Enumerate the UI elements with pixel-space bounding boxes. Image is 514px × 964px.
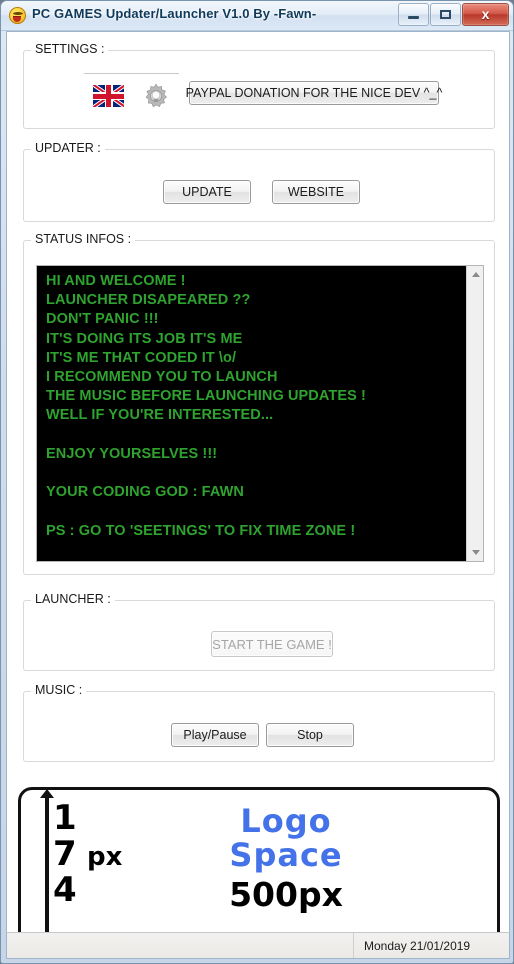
logo-text-line1: Logo <box>240 802 332 840</box>
status-output-text: HI AND WELCOME ! LAUNCHER DISAPEARED ?? … <box>46 273 366 539</box>
launcher-group-label: LAUNCHER : <box>31 592 115 606</box>
window-controls: x <box>398 3 509 26</box>
logo-height-digit: 7 <box>53 834 77 874</box>
logo-height-unit: px <box>87 842 123 872</box>
updater-group-label: UPDATER : <box>31 141 105 155</box>
status-scrollbar[interactable] <box>466 266 483 561</box>
status-output-box[interactable]: HI AND WELCOME ! LAUNCHER DISAPEARED ?? … <box>36 265 484 562</box>
logo-height-digit: 1 <box>53 798 77 838</box>
status-bar-date: Monday 21/01/2019 <box>353 933 493 958</box>
title-bar: PC GAMES Updater/Launcher V1.0 By -Fawn-… <box>1 1 513 31</box>
window-title: PC GAMES Updater/Launcher V1.0 By -Fawn- <box>32 6 317 21</box>
scroll-down-arrow-icon[interactable] <box>467 544 483 561</box>
scroll-up-arrow-icon[interactable] <box>467 266 483 283</box>
logo-text-line2: Space <box>229 836 343 874</box>
music-group: MUSIC : Play/Pause Stop <box>23 683 495 762</box>
music-group-label: MUSIC : <box>31 683 87 697</box>
minimize-icon <box>408 16 419 19</box>
settings-group-label: SETTINGS : <box>31 42 109 56</box>
close-button[interactable]: x <box>462 3 509 26</box>
status-bar: Monday 21/01/2019 <box>6 932 510 959</box>
maximize-button[interactable] <box>430 3 461 26</box>
start-the-game-button[interactable]: START THE GAME ! <box>211 631 333 657</box>
logo-space-text: Logo Space 500px <box>171 804 401 914</box>
logo-height-digit: 4 <box>53 870 77 910</box>
minimize-button[interactable] <box>398 3 429 26</box>
uk-flag-icon[interactable] <box>93 85 124 107</box>
smiley-icon <box>9 7 26 24</box>
client-area: SETTINGS : PAYPAL DONATION FOR THE NICE … <box>6 31 510 932</box>
updater-group: UPDATER : UPDATE WEBSITE <box>23 141 495 222</box>
paypal-donation-button[interactable]: PAYPAL DONATION FOR THE NICE DEV ^_^ <box>186 81 442 105</box>
settings-group: SETTINGS : PAYPAL DONATION FOR THE NICE … <box>23 42 495 129</box>
application-window: PC GAMES Updater/Launcher V1.0 By -Fawn-… <box>0 0 514 964</box>
play-pause-button[interactable]: Play/Pause <box>171 723 259 747</box>
resize-grip-icon[interactable] <box>493 933 509 958</box>
status-infos-group-label: STATUS INFOS : <box>31 232 136 246</box>
gear-icon[interactable] <box>142 82 170 110</box>
settings-icon-row <box>84 73 179 115</box>
logo-height-label: 174 <box>53 800 77 908</box>
maximize-icon <box>440 10 451 19</box>
logo-width-label: 500px <box>229 875 343 914</box>
height-dimension-arrow <box>40 790 54 932</box>
close-icon: x <box>481 6 490 22</box>
stop-button[interactable]: Stop <box>266 723 354 747</box>
launcher-group: LAUNCHER : START THE GAME ! <box>23 592 495 671</box>
status-infos-group: STATUS INFOS : HI AND WELCOME ! LAUNCHER… <box>23 232 495 575</box>
logo-space-placeholder: 174 px Logo Space 500px <box>18 787 500 932</box>
logo-height-value: 174 <box>53 800 77 908</box>
update-button[interactable]: UPDATE <box>163 180 251 204</box>
website-button[interactable]: WEBSITE <box>272 180 360 204</box>
